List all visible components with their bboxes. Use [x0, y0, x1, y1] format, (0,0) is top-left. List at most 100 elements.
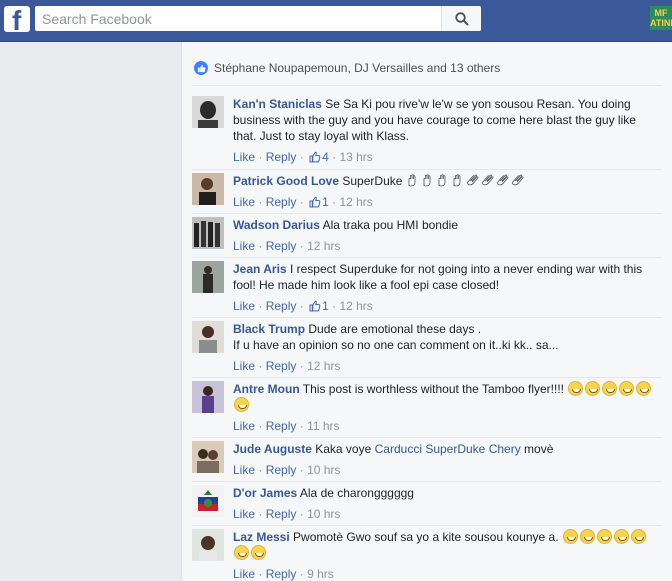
comment-body: Wadson Darius Ala traka pou HMI bondie [233, 217, 653, 233]
mention-link[interactable]: Carducci SuperDuke Chery [375, 442, 521, 456]
comment-time[interactable]: 13 hrs [339, 150, 372, 164]
reply-button[interactable]: Reply [266, 239, 297, 253]
reply-button[interactable]: Reply [266, 299, 297, 313]
divider [192, 169, 662, 170]
avatar[interactable] [192, 217, 224, 249]
like-button[interactable]: Like [233, 507, 255, 521]
divider [192, 525, 662, 526]
reply-button[interactable]: Reply [266, 419, 297, 433]
divider [192, 437, 662, 438]
search-box [35, 6, 481, 31]
reply-button[interactable]: Reply [266, 463, 297, 477]
reply-button[interactable]: Reply [266, 359, 297, 373]
comment-body: Jean Aris I respect Superduke for not go… [233, 261, 653, 293]
like-button[interactable]: Like [233, 359, 255, 373]
comment-actions: Like · Reply · 12 hrs [233, 359, 341, 373]
comment-text: Ala de charongggggg [299, 486, 414, 500]
comment-author[interactable]: Jude Auguste [233, 442, 312, 456]
avatar[interactable] [192, 441, 224, 473]
comment-actions: Like · Reply · 1 · 12 hrs [233, 194, 373, 212]
comment-body: Jude Auguste Kaka voye Carducci SuperDuk… [233, 441, 653, 457]
divider [192, 377, 662, 378]
divider [192, 213, 662, 214]
comment-time[interactable]: 12 hrs [307, 239, 340, 253]
like-button[interactable]: Like [233, 150, 255, 164]
thumbs-up-icon [309, 300, 321, 316]
app-badge[interactable]: MF ATINF [650, 6, 672, 30]
like-count[interactable]: 1 [322, 195, 329, 209]
search-input[interactable] [35, 6, 440, 31]
comment-author[interactable]: D'or James [233, 486, 297, 500]
search-button[interactable] [441, 6, 481, 31]
comment-text: Pwomotè Gwo souf sa yo a kite sousou kou… [293, 530, 559, 544]
thumbs-up-icon [309, 196, 321, 212]
avatar[interactable] [192, 381, 224, 413]
reactions-summary[interactable]: Stéphane Noupapemoun, DJ Versailles and … [194, 61, 500, 75]
divider [192, 481, 662, 482]
like-button[interactable]: Like [233, 419, 255, 433]
comment-text: Dude are emotional these days . [308, 322, 482, 336]
comments-panel: Stéphane Noupapemoun, DJ Versailles and … [181, 42, 672, 581]
comment-body: Kan'n Staniclas Se Sa Ki pou rive'w le'w… [233, 96, 653, 144]
comment-time[interactable]: 10 hrs [307, 507, 340, 521]
comment-body: D'or James Ala de charongggggg [233, 485, 653, 501]
comment-actions: Like · Reply · 4 · 13 hrs [233, 149, 373, 167]
divider [192, 85, 662, 86]
avatar[interactable] [192, 485, 224, 517]
comment-author[interactable]: Antre Moun [233, 382, 300, 396]
comment-author[interactable]: Patrick Good Love [233, 174, 339, 188]
comment-author[interactable]: Jean Aris [233, 262, 287, 276]
like-button[interactable]: Like [233, 299, 255, 313]
reply-button[interactable]: Reply [266, 567, 297, 581]
comment-author[interactable]: Laz Messi [233, 530, 290, 544]
like-reaction-icon [194, 61, 208, 75]
comment-body: Black Trump Dude are emotional these day… [233, 321, 653, 353]
comment-text-line2: If u have an opinion so no one can comme… [233, 338, 559, 352]
like-count[interactable]: 4 [322, 150, 329, 164]
avatar[interactable] [192, 261, 224, 293]
comment-text: Kaka voye [315, 442, 372, 456]
comment-author[interactable]: Wadson Darius [233, 218, 320, 232]
comment-text: This post is worthless without the Tambo… [302, 382, 565, 396]
top-bar: f MF ATINF [0, 0, 672, 42]
thumbs-up-icon [309, 151, 321, 167]
comment-author[interactable]: Kan'n Staniclas [233, 97, 322, 111]
avatar[interactable] [192, 96, 224, 128]
facebook-logo-icon[interactable]: f [4, 6, 30, 32]
search-icon [454, 11, 469, 26]
comment-body: Patrick Good Love SuperDuke [233, 173, 653, 189]
like-button[interactable]: Like [233, 195, 255, 209]
divider [192, 317, 662, 318]
reply-button[interactable]: Reply [266, 150, 297, 164]
comment-time[interactable]: 12 hrs [339, 299, 372, 313]
like-button[interactable]: Like [233, 239, 255, 253]
reply-button[interactable]: Reply [266, 195, 297, 209]
comment-text: Ala traka pou HMI bondie [322, 218, 458, 232]
avatar[interactable] [192, 321, 224, 353]
comment-text: I respect Superduke for not going into a… [233, 262, 643, 292]
comment-actions: Like · Reply · 11 hrs [233, 419, 340, 433]
comment-actions: Like · Reply · 10 hrs [233, 507, 341, 521]
reply-button[interactable]: Reply [266, 507, 297, 521]
comment-text-after: movè [524, 442, 554, 456]
divider [192, 257, 662, 258]
like-button[interactable]: Like [233, 567, 255, 581]
like-button[interactable]: Like [233, 463, 255, 477]
comment-time[interactable]: 9 hrs [307, 567, 334, 581]
comment-actions: Like · Reply · 1 · 12 hrs [233, 298, 373, 316]
comment-time[interactable]: 12 hrs [307, 359, 340, 373]
comment-actions: Like · Reply · 12 hrs [233, 239, 341, 253]
comment-time[interactable]: 12 hrs [339, 195, 372, 209]
comment-body: Antre Moun This post is worthless withou… [233, 381, 653, 413]
comment-time[interactable]: 10 hrs [307, 463, 340, 477]
like-count[interactable]: 1 [322, 299, 329, 313]
clap-emoji-icons [406, 174, 526, 188]
comment-body: Laz Messi Pwomotè Gwo souf sa yo a kite … [233, 529, 653, 561]
avatar[interactable] [192, 173, 224, 205]
comment-actions: Like · Reply · 10 hrs [233, 463, 341, 477]
comment-author[interactable]: Black Trump [233, 322, 305, 336]
avatar[interactable] [192, 529, 224, 561]
comment-text: SuperDuke [342, 174, 403, 188]
comment-time[interactable]: 11 hrs [307, 419, 339, 433]
comment-actions: Like · Reply · 9 hrs [233, 567, 334, 581]
